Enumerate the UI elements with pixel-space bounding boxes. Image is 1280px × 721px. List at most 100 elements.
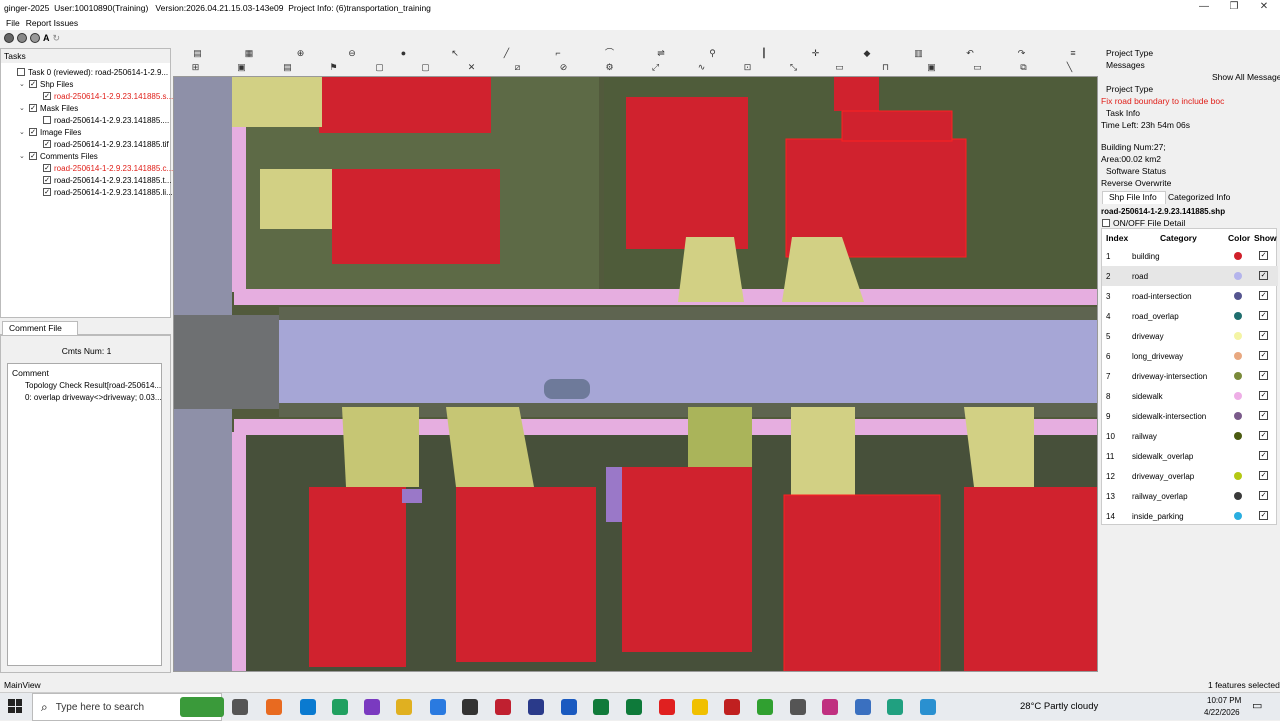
text-icon[interactable]: A (43, 33, 50, 43)
tree-checkbox[interactable]: ✓ (43, 140, 51, 148)
crop-icon[interactable]: ▣ (926, 62, 937, 73)
category-color-swatch[interactable] (1234, 412, 1242, 420)
category-color-swatch[interactable] (1234, 372, 1242, 380)
box-icon[interactable]: ▭ (834, 62, 845, 73)
show-checkbox[interactable]: ✓ (1259, 431, 1268, 440)
maximize-button[interactable]: ❐ (1218, 0, 1250, 15)
expand-icon[interactable]: ⌄ (19, 128, 27, 136)
app-red3-icon[interactable] (724, 699, 740, 715)
close-button[interactable]: ✕ (1248, 0, 1280, 15)
excel-icon[interactable] (593, 699, 609, 715)
category-color-swatch[interactable] (1234, 392, 1242, 400)
menu-icon[interactable]: ≡ (1068, 48, 1079, 59)
refresh-icon[interactable]: ↻ (53, 33, 61, 44)
tree-checkbox[interactable]: ✓ (29, 152, 37, 160)
settings-icon[interactable]: ⚙ (604, 62, 615, 73)
split-icon[interactable]: ┃ (759, 48, 770, 59)
grid-icon[interactable]: ▦ (244, 48, 255, 59)
clock-date[interactable]: 4/22/2026 (1204, 708, 1240, 717)
show-checkbox[interactable]: ✓ (1259, 251, 1268, 260)
curve-icon[interactable]: ⌒ (604, 48, 615, 59)
list-icon[interactable]: ▤ (282, 62, 293, 73)
reverse-overwrite-label[interactable]: Reverse Overwrite (1101, 178, 1171, 188)
word-icon[interactable] (561, 699, 577, 715)
show-checkbox[interactable]: ✓ (1259, 491, 1268, 500)
category-row[interactable]: 3 road-intersection ✓ (1102, 286, 1278, 306)
category-row[interactable]: 2 road ✓ (1102, 266, 1278, 286)
app-red-icon[interactable] (495, 699, 511, 715)
app-red2-icon[interactable] (659, 699, 675, 715)
tree-item[interactable]: ⌄ ✓ Mask Files (19, 102, 78, 114)
info-icon[interactable] (4, 33, 14, 43)
photoshop-icon[interactable] (528, 699, 544, 715)
category-color-swatch[interactable] (1234, 252, 1242, 260)
on-off-file-detail[interactable]: ON/OFF File Detail (1102, 218, 1185, 228)
home-icon[interactable] (30, 33, 40, 43)
swap-icon[interactable]: ⇌ (656, 48, 667, 59)
delete-icon[interactable]: ▥ (913, 48, 924, 59)
tree-checkbox[interactable]: ✓ (43, 164, 51, 172)
tree-item[interactable]: ⌄ ✓ Comments Files (19, 150, 98, 162)
on-off-checkbox[interactable] (1102, 219, 1110, 227)
copilot-icon[interactable] (266, 699, 282, 715)
merge-icon[interactable]: ⊞ (190, 62, 201, 73)
tree-item[interactable]: ✓ road-250614-1-2.9.23.141885.t... (43, 174, 171, 186)
undo-icon[interactable]: ↶ (965, 48, 976, 59)
category-color-swatch[interactable] (1234, 292, 1242, 300)
category-row[interactable]: 5 driveway ✓ (1102, 326, 1278, 346)
pin-icon[interactable]: ⚲ (707, 48, 718, 59)
frame-icon[interactable]: ⊡ (742, 62, 753, 73)
app-green-icon[interactable] (332, 699, 348, 715)
select-icon[interactable]: ↖ (450, 48, 461, 59)
copy-icon[interactable]: ▢ (374, 62, 385, 73)
chrome2-icon[interactable] (757, 699, 773, 715)
show-checkbox[interactable]: ✓ (1259, 291, 1268, 300)
app-pink-icon[interactable] (822, 699, 838, 715)
category-color-swatch[interactable] (1234, 492, 1242, 500)
rect-icon[interactable]: ▭ (972, 62, 983, 73)
menu-report-issues[interactable]: Report Issues (26, 18, 78, 28)
up-icon[interactable] (17, 33, 27, 43)
expand-icon[interactable]: ⌄ (19, 152, 27, 160)
tree-item[interactable]: ✓ road-250614-1-2.9.23.141885.tif (43, 138, 169, 150)
map-view[interactable] (173, 76, 1098, 672)
category-color-swatch[interactable] (1234, 312, 1242, 320)
app-blue2-icon[interactable] (920, 699, 936, 715)
expand-icon[interactable]: ⌄ (19, 104, 27, 112)
edge-icon[interactable] (300, 699, 316, 715)
wave-icon[interactable]: ∿ (696, 62, 707, 73)
satellite-map[interactable] (174, 77, 1098, 672)
store-icon[interactable] (430, 699, 446, 715)
show-checkbox[interactable]: ✓ (1259, 371, 1268, 380)
show-checkbox[interactable]: ✓ (1259, 511, 1268, 520)
tab-shp-file-info[interactable]: Shp File Info (1102, 191, 1166, 204)
app-blue-icon[interactable] (855, 699, 871, 715)
category-color-swatch[interactable] (1234, 452, 1242, 460)
tree-item[interactable]: Task 0 (reviewed): road-250614-1-2.9... (7, 66, 168, 78)
tree-checkbox[interactable]: ✓ (29, 80, 37, 88)
category-color-swatch[interactable] (1234, 352, 1242, 360)
layer-icon[interactable]: ▣ (236, 62, 247, 73)
show-checkbox[interactable]: ✓ (1259, 311, 1268, 320)
tree-item[interactable]: ✓ road-250614-1-2.9.23.141885.c... (43, 162, 173, 174)
clip-icon[interactable]: ⊓ (880, 62, 891, 73)
show-checkbox[interactable]: ✓ (1259, 331, 1268, 340)
diagonal-icon[interactable]: ╲ (1064, 62, 1075, 73)
tree-item[interactable]: ✓ road-250614-1-2.9.23.141885.li... (43, 186, 173, 198)
tab-categorized-info[interactable]: Categorized Info (1168, 192, 1230, 202)
zoom-in-icon[interactable]: ⊕ (295, 48, 306, 59)
category-row[interactable]: 11 sidewalk_overlap ✓ (1102, 446, 1278, 466)
line-icon[interactable]: ╱ (501, 48, 512, 59)
bucket-icon[interactable]: ⚑ (328, 62, 339, 73)
category-row[interactable]: 12 driveway_overlap ✓ (1102, 466, 1278, 486)
expand-icon[interactable]: ⌄ (19, 80, 27, 88)
category-color-swatch[interactable] (1234, 512, 1242, 520)
notification-icon[interactable]: ▭ (1252, 699, 1262, 712)
point-icon[interactable]: ● (398, 48, 409, 59)
sticky-notes-icon[interactable] (692, 699, 708, 715)
weather-text[interactable]: 28°C Partly cloudy (1020, 701, 1098, 712)
project-icon[interactable] (626, 699, 642, 715)
category-row[interactable]: 10 railway ✓ (1102, 426, 1278, 446)
tree-item[interactable]: road-250614-1-2.9.23.141885.... (43, 114, 169, 126)
scale-icon[interactable]: ⤢ (650, 62, 661, 73)
